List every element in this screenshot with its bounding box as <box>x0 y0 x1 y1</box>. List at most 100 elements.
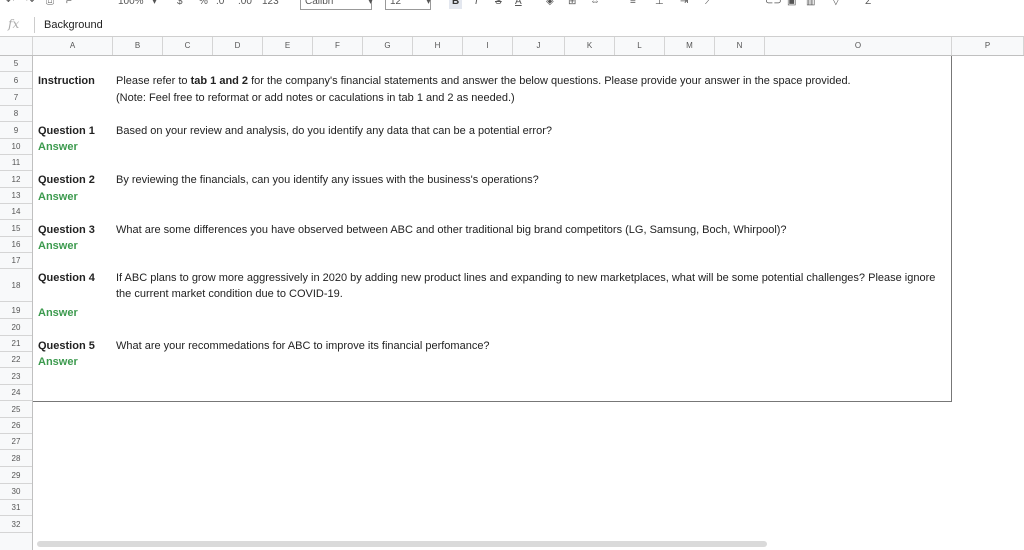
row-header-26[interactable]: 26 <box>0 418 32 434</box>
column-header: A B C D E F G H I J K L M N O P <box>0 37 1024 56</box>
column-header-k[interactable]: K <box>565 37 615 55</box>
italic-button[interactable]: I <box>475 0 478 9</box>
font-size-select[interactable]: 12 <box>385 0 431 10</box>
row-header-20[interactable]: 20 <box>0 319 32 336</box>
bold-button[interactable]: B <box>449 0 463 9</box>
row-header-9[interactable]: 9 <box>0 122 32 139</box>
formula-divider <box>34 17 35 33</box>
more-formats-button[interactable]: 123 <box>262 0 279 9</box>
question-3-text: What are some differences you have obser… <box>116 224 787 236</box>
font-family-select[interactable]: Calibri <box>300 0 372 10</box>
instruction-text-bold: tab 1 and 2 <box>190 75 249 87</box>
column-header-j[interactable]: J <box>513 37 565 55</box>
paint-format-icon[interactable]: ⌐ <box>66 0 72 9</box>
merge-cells-icon[interactable]: ⇔ <box>590 0 600 9</box>
question-5-text: What are your recommedations for ABC to … <box>116 340 490 352</box>
question-2-label: Question 2 <box>38 174 95 186</box>
function-button[interactable]: Σ <box>865 0 871 9</box>
strikethrough-button[interactable]: S <box>495 0 502 9</box>
text-color-button[interactable]: A <box>515 0 522 9</box>
question-4-text-line2: the current market condition due to COVI… <box>116 288 343 300</box>
answer-4-label[interactable]: Answer <box>38 307 78 319</box>
row-header-6[interactable]: 6 <box>0 72 32 89</box>
row-header-32[interactable]: 32 <box>0 516 32 533</box>
row-header-22[interactable]: 22 <box>0 352 32 368</box>
question-3-label: Question 3 <box>38 224 95 236</box>
column-header-h[interactable]: H <box>413 37 463 55</box>
instruction-note: (Note: Feel free to reformat or add note… <box>116 92 515 104</box>
column-header-f[interactable]: F <box>313 37 363 55</box>
row-header-28[interactable]: 28 <box>0 450 32 467</box>
column-header-c[interactable]: C <box>163 37 213 55</box>
row-header-14[interactable]: 14 <box>0 204 32 220</box>
select-all-corner[interactable] <box>0 37 33 55</box>
row-header-5[interactable]: 5 <box>0 56 32 72</box>
fill-color-icon[interactable]: ◈ <box>546 0 554 9</box>
borders-icon[interactable]: ⊞ <box>568 0 576 9</box>
undo-icon[interactable]: ↶ <box>6 0 14 9</box>
formula-bar <box>0 14 1024 37</box>
filter-icon[interactable]: ▽ <box>832 0 840 9</box>
row-header-11[interactable]: 11 <box>0 155 32 171</box>
toolbar: ↶ ↷ ⎙ ⌐ 100% ▾ $ % .0 .00 123 Calibri ▾ … <box>0 0 1024 14</box>
row-header-7[interactable]: 7 <box>0 89 32 106</box>
column-header-n[interactable]: N <box>715 37 765 55</box>
question-4-text: If ABC plans to grow more aggressively i… <box>116 272 936 284</box>
column-header-m[interactable]: M <box>665 37 715 55</box>
column-header-p[interactable]: P <box>952 37 1024 55</box>
column-header-a[interactable]: A <box>33 37 113 55</box>
valign-icon[interactable]: ⊥ <box>655 0 664 9</box>
row-header-13[interactable]: 13 <box>0 188 32 204</box>
question-2-text: By reviewing the financials, can you ide… <box>116 174 539 186</box>
row-header-21[interactable]: 21 <box>0 336 32 352</box>
row-header-19[interactable]: 19 <box>0 302 32 319</box>
row-header-29[interactable]: 29 <box>0 467 32 484</box>
column-header-d[interactable]: D <box>213 37 263 55</box>
answer-3-label[interactable]: Answer <box>38 240 78 252</box>
answer-1-label[interactable]: Answer <box>38 141 78 153</box>
row-header-12[interactable]: 12 <box>0 171 32 188</box>
chevron-down-icon: ▾ <box>426 0 432 7</box>
redo-icon[interactable]: ↷ <box>26 0 34 9</box>
column-header-l[interactable]: L <box>615 37 665 55</box>
row-header-31[interactable]: 31 <box>0 500 32 516</box>
zoom-select[interactable]: 100% <box>118 0 144 9</box>
row-header-30[interactable]: 30 <box>0 484 32 500</box>
question-1-label: Question 1 <box>38 125 95 137</box>
row-header-17[interactable]: 17 <box>0 253 32 269</box>
row-header-23[interactable]: 23 <box>0 368 32 385</box>
row-header-8[interactable]: 8 <box>0 106 32 122</box>
question-4-label: Question 4 <box>38 272 95 284</box>
comment-icon[interactable]: ▣ <box>787 0 796 9</box>
rotate-icon[interactable]: ⟋ <box>705 0 712 9</box>
wrap-icon[interactable]: ⇥ <box>680 0 688 9</box>
link-icon[interactable]: ⊂⊃ <box>765 0 782 9</box>
row-header-15[interactable]: 15 <box>0 220 32 237</box>
row-header-25[interactable]: 25 <box>0 401 32 418</box>
column-header-g[interactable]: G <box>363 37 413 55</box>
row-header-18[interactable]: 18 <box>0 269 32 302</box>
row-header-24[interactable]: 24 <box>0 385 32 401</box>
instruction-text-post: for the company's financial statements a… <box>248 75 851 87</box>
answer-2-label[interactable]: Answer <box>38 191 78 203</box>
align-icon[interactable]: ≡ <box>630 0 636 9</box>
column-header-e[interactable]: E <box>263 37 313 55</box>
formula-input[interactable]: Background <box>44 19 103 31</box>
answer-5-label[interactable]: Answer <box>38 356 78 368</box>
question-1-text: Based on your review and analysis, do yo… <box>116 125 552 137</box>
row-header-10[interactable]: 10 <box>0 139 32 155</box>
column-header-o[interactable]: O <box>765 37 952 55</box>
chevron-down-icon: ▾ <box>368 0 374 7</box>
row-header-16[interactable]: 16 <box>0 237 32 253</box>
currency-button[interactable]: $ <box>177 0 183 9</box>
increase-decimal-button[interactable]: .00 <box>238 0 252 9</box>
decrease-decimal-button[interactable]: .0 <box>216 0 224 9</box>
percent-button[interactable]: % <box>199 0 208 9</box>
chart-icon[interactable]: ▥ <box>806 0 815 9</box>
row-header-27[interactable]: 27 <box>0 434 32 450</box>
print-icon[interactable]: ⎙ <box>46 0 54 9</box>
column-header-i[interactable]: I <box>463 37 513 55</box>
column-header-b[interactable]: B <box>113 37 163 55</box>
horizontal-scrollbar[interactable] <box>37 541 767 547</box>
instruction-text-pre: Please refer to <box>116 75 191 87</box>
